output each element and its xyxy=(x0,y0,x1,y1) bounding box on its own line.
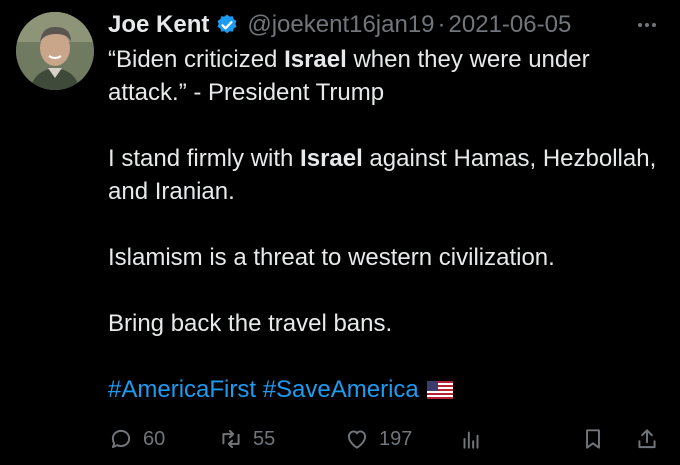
views-button[interactable] xyxy=(458,424,484,454)
like-button[interactable]: 197 xyxy=(344,424,412,454)
tweet-paragraph: Islamism is a threat to western civiliza… xyxy=(108,244,555,271)
retweet-count: 55 xyxy=(253,427,276,450)
text-run: “Biden criticized xyxy=(108,46,285,73)
hashtag-link[interactable]: #SaveAmerica xyxy=(263,376,419,403)
share-button[interactable] xyxy=(634,424,660,454)
tweet-paragraph: “Biden criticized Israel when they were … xyxy=(108,43,668,109)
more-icon[interactable] xyxy=(634,12,660,38)
text-run: I stand firmly with xyxy=(108,145,301,172)
bookmark-icon xyxy=(586,429,600,449)
views-icon xyxy=(463,431,479,449)
tweet-date[interactable]: 2021-06-05 xyxy=(449,11,572,39)
retweet-button[interactable]: 55 xyxy=(218,424,275,454)
tweet-text: “Biden criticized Israel when they were … xyxy=(108,43,668,406)
bookmark-button[interactable] xyxy=(580,424,606,454)
reply-count: 60 xyxy=(143,427,166,450)
verified-icon xyxy=(217,14,237,34)
tweet-header: Joe Kent @joekent16jan19 · 2021-06-05 xyxy=(108,8,666,42)
author-handle[interactable]: @joekent16jan19 xyxy=(247,11,434,39)
like-icon xyxy=(347,430,367,449)
reply-icon xyxy=(111,429,131,449)
hashtag-link[interactable]: #AmericaFirst xyxy=(108,376,256,403)
highlighted-keyword: Israel xyxy=(284,46,347,73)
tweet-paragraph: Bring back the travel bans. xyxy=(108,310,393,337)
reply-button[interactable]: 60 xyxy=(108,424,165,454)
like-count: 197 xyxy=(379,427,413,450)
meta-separator: · xyxy=(437,11,446,38)
highlighted-keyword: Israel xyxy=(300,145,363,172)
tweet-paragraph: I stand firmly with Israel against Hamas… xyxy=(108,142,668,208)
us-flag-icon xyxy=(426,381,453,399)
tweet-card[interactable]: Joe Kent @joekent16jan19 · 2021-06-05 “B… xyxy=(0,0,680,465)
avatar[interactable] xyxy=(16,12,94,90)
author-name[interactable]: Joe Kent xyxy=(108,11,209,39)
hashtag-line: #AmericaFirst #SaveAmerica xyxy=(108,373,668,406)
share-icon xyxy=(638,429,656,449)
tweet-actions: 60 55 197 xyxy=(108,424,668,454)
retweet-icon xyxy=(222,429,240,449)
